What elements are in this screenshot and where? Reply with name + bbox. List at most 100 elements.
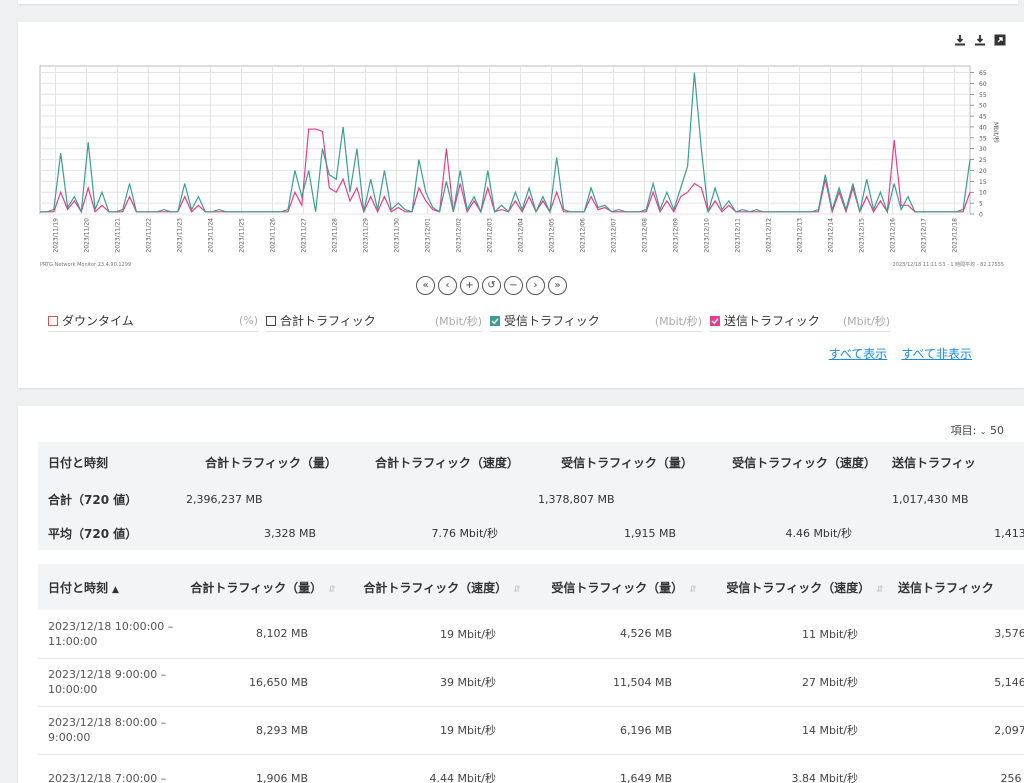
sort-header-total-volume[interactable]: 合計トラフィック（量） ⇵ [178,564,348,610]
summary-label: 合計（720 値） [48,492,138,507]
sort-header-recv-volume[interactable]: 受信トラフィック（量） ⇵ [536,564,712,610]
sort-header-send[interactable]: 送信トラフィック [898,564,1024,610]
table-cell: 1,906 MB [178,754,348,783]
download-icon[interactable] [974,34,986,46]
x-tick-label: 2023/11/19 [53,218,60,253]
table-cell: 5,146 MI [898,658,1024,707]
x-tick-label: 2023/12/05 [549,218,556,253]
data-header-row: 日付と時刻 ▲ 合計トラフィック（量） ⇵ 合計トラフィック（速度） ⇵ 受信トラフィ… [38,564,1024,610]
x-tick-label: 2023/11/22 [146,218,153,253]
table-cell: 3,576 MI [898,610,1024,659]
x-tick-label: 2023/11/29 [363,218,370,253]
table-cell: 14 Mbit/秒 [712,706,898,755]
header-recv-volume: 受信トラフィック（量） [561,455,693,470]
sort-icon: ⇵ [876,584,884,595]
zoom-out-icon[interactable]: − [504,276,523,295]
show-all-link[interactable]: すべて表示 [829,345,888,362]
row-datetime-end: 11:00:00 [48,634,98,648]
summary-value: 4.46 Mbit/秒 [785,527,852,540]
x-tick-label: 2023/12/04 [518,218,525,253]
legend-item[interactable]: 受信トラフィック (Mbit/秒) [490,312,702,332]
sort-header-datetime[interactable]: 日付と時刻 ▲ [38,564,178,610]
x-tick-label: 2023/12/17 [921,218,928,253]
row-datetime: 2023/12/18 7:00:00 – [38,754,178,783]
summary-value: 1,413 MI [994,526,1024,540]
reset-icon[interactable]: ↺ [482,276,501,295]
table-row: 2023/12/18 7:00:00 – 1,906 MB 4.44 Mbit/秒 1… [38,754,1024,783]
legend-item[interactable]: 合計トラフィック (Mbit/秒) [266,312,482,332]
x-tick-label: 2023/12/15 [859,218,866,253]
summary-value: 1,378,807 MB [538,492,615,506]
graph-panel: 0 5 10 15 20 25 30 35 40 45 50 55 60 65 Mbit/秒 2023/11/… [18,22,1024,388]
x-tick-label: 2023/11/26 [270,218,277,253]
download-icon[interactable] [954,34,966,46]
legend-item[interactable]: ダウンタイム (%) [48,312,258,332]
prev-icon[interactable]: ‹ [438,276,457,295]
first-icon[interactable]: « [416,276,435,295]
y-tick-label: 35 [979,135,987,142]
summary-value: 3,328 MB [263,526,316,540]
checkbox-icon[interactable] [48,315,58,326]
header-send: 送信トラフィッ [892,455,976,470]
x-tick-label: 2023/12/16 [890,218,897,253]
traffic-chart[interactable]: 0 5 10 15 20 25 30 35 40 45 50 55 60 65 Mbit/秒 2023/11/… [18,58,1024,276]
y-tick-label: 25 [979,157,987,164]
row-datetime: 2023/12/18 8:00:00 – 9:00:00 [38,706,178,755]
x-tick-label: 2023/12/18 [952,218,959,253]
x-tick-label: 2023/12/11 [735,218,742,253]
sort-header-total-speed[interactable]: 合計トラフィック（速度） ⇵ [348,564,536,610]
x-tick-label: 2023/11/23 [177,218,184,253]
sort-asc-icon: ▲ [112,584,119,595]
y-tick-label: 20 [979,168,987,175]
row-datetime-end: 10:00:00 [48,683,98,696]
checkbox-checked-icon[interactable] [490,315,500,326]
summary-row-average: 平均（720 値） 3,328 MB 7.76 Mbit/秒 1,915 MB … [38,516,1024,550]
chart-footer-left: PRTG Network Monitor 23.4.90.1299 [40,262,131,268]
legend-links: すべて表示 すべて非表示 [829,345,972,362]
chevron-down-icon: ⌄ [979,427,987,436]
table-cell: 8,293 MB [178,706,348,755]
table-row: 2023/12/18 9:00:00 – 10:00:00 16,650 MB 39 … [38,658,1024,707]
table-cell: 6,196 MB [536,706,712,755]
header-label: 合計トラフィック（量） [190,580,323,595]
y-tick-label: 30 [979,146,987,153]
sort-icon: ⇵ [513,584,521,595]
x-tick-label: 2023/12/09 [673,218,680,253]
legend-item[interactable]: 送信トラフィック (Mbit/秒) [710,312,890,332]
graph-navigation: «‹ + ↺ − ›» [416,276,567,295]
y-tick-label: 50 [979,103,987,110]
items-per-page-select[interactable]: 項目: ⌄ 50 [951,422,1004,438]
table-cell: 2,097 MI [898,706,1024,755]
header-total-speed: 合計トラフィック（速度） [375,455,519,470]
y-tick-label: 55 [979,92,987,99]
external-link-icon[interactable] [994,34,1006,46]
sort-header-recv-speed[interactable]: 受信トラフィック（速度） ⇵ [712,564,898,610]
header-label: 日付と時刻 [48,580,109,595]
x-tick-label: 2023/12/01 [425,218,432,253]
x-tick-label: 2023/12/12 [766,218,773,253]
y-tick-label: 45 [979,114,987,121]
data-table: 日付と時刻 ▲ 合計トラフィック（量） ⇵ 合計トラフィック（速度） ⇵ 受信トラフィ… [38,564,1024,783]
next-icon[interactable]: › [526,276,545,295]
checkbox-checked-icon[interactable] [710,315,720,326]
summary-value: 7.76 Mbit/秒 [431,527,498,540]
y-tick-label: 5 [979,201,983,208]
table-cell: 11 Mbit/秒 [712,610,898,659]
sort-icon: ⇵ [328,584,336,595]
summary-value [356,482,538,516]
table-cell: 3.84 Mbit/秒 [712,754,898,783]
x-tick-label: 2023/12/07 [611,218,618,253]
x-tick-label: 2023/11/20 [84,218,91,253]
header-label: 受信トラフィック（速度） [726,580,871,595]
data-table-panel: 項目: ⌄ 50 日付と時刻 合計トラフィック（量） 合計トラフィック（速度） … [18,406,1024,783]
x-tick-label: 2023/11/21 [115,218,122,253]
hide-all-link[interactable]: すべて非表示 [901,345,972,362]
table-cell: 16,650 MB [178,658,348,707]
checkbox-icon[interactable] [266,315,276,326]
table-cell: 27 Mbit/秒 [712,658,898,707]
row-datetime-end: 9:00:00 [48,731,91,744]
chart-toolbar [954,34,1006,46]
zoom-in-icon[interactable]: + [460,276,479,295]
last-icon[interactable]: » [548,276,567,295]
previous-card [18,0,1018,4]
